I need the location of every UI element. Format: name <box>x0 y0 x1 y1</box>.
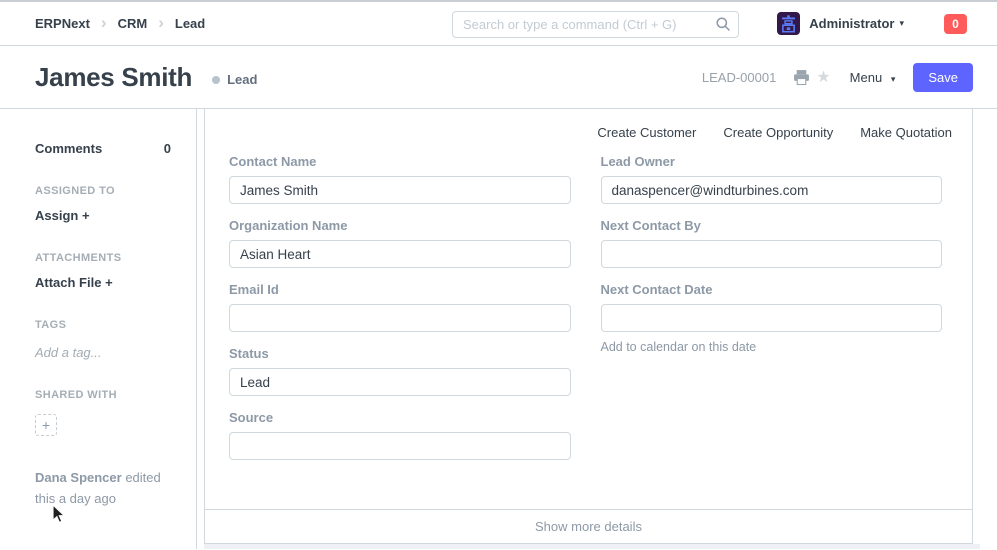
email-id-field: Email Id <box>229 282 571 332</box>
top-navbar: ERPNext › CRM › Lead Administrator ▾ 0 <box>0 0 997 46</box>
source-input[interactable] <box>229 432 571 460</box>
chevron-right-icon: › <box>101 14 107 33</box>
document-id: LEAD-00001 <box>702 70 776 85</box>
status-input[interactable] <box>229 368 571 396</box>
save-button[interactable]: Save <box>913 63 973 92</box>
breadcrumb-erpnext[interactable]: ERPNext <box>35 16 90 31</box>
source-field: Source <box>229 410 571 460</box>
next-contact-date-field: Next Contact Date Add to calendar on thi… <box>601 282 943 354</box>
last-edited-note: Dana Spencer edited this a day ago <box>35 467 177 510</box>
status-field: Status <box>229 346 571 396</box>
form-actions: Create Customer Create Opportunity Make … <box>205 109 972 140</box>
content-area: Comments 0 ASSIGNED TO Assign + ATTACHME… <box>0 109 997 549</box>
next-contact-by-field: Next Contact By <box>601 218 943 268</box>
tags-heading: TAGS <box>35 319 171 331</box>
menu-button[interactable]: Menu ▾ <box>850 70 896 85</box>
chevron-down-icon: ▾ <box>899 18 904 29</box>
form-footer: Show more details <box>205 509 972 543</box>
organization-name-input[interactable] <box>229 240 571 268</box>
page-title: James Smith <box>35 62 192 93</box>
user-avatar[interactable] <box>777 12 800 35</box>
contact-name-field: Contact Name <box>229 154 571 204</box>
next-contact-date-help: Add to calendar on this date <box>601 340 943 354</box>
left-column: Contact Name Organization Name Email Id … <box>229 154 571 474</box>
sidebar-item-comments[interactable]: Comments 0 <box>35 141 171 156</box>
contact-name-label: Contact Name <box>229 154 571 169</box>
comments-count: 0 <box>164 141 171 156</box>
assign-button[interactable]: Assign + <box>35 208 171 223</box>
user-name[interactable]: Administrator <box>809 16 894 31</box>
right-column: Lead Owner Next Contact By Next Contact … <box>601 154 943 474</box>
organization-name-field: Organization Name <box>229 218 571 268</box>
email-id-input[interactable] <box>229 304 571 332</box>
next-contact-date-input[interactable] <box>601 304 943 332</box>
show-more-details-link[interactable]: Show more details <box>535 519 642 534</box>
attachments-heading: ATTACHMENTS <box>35 252 171 264</box>
share-add-button[interactable]: + <box>35 414 57 436</box>
chevron-down-icon: ▾ <box>891 74 896 84</box>
organization-name-label: Organization Name <box>229 218 571 233</box>
global-search <box>452 11 739 38</box>
lead-owner-input[interactable] <box>601 176 943 204</box>
page-head-actions: LEAD-00001 ★ Menu ▾ Save <box>702 63 973 92</box>
search-input[interactable] <box>452 11 739 38</box>
source-label: Source <box>229 410 571 425</box>
main-column: Create Customer Create Opportunity Make … <box>197 109 997 549</box>
notification-badge[interactable]: 0 <box>944 14 967 34</box>
add-tag-input[interactable]: Add a tag... <box>35 345 171 360</box>
editor-name: Dana Spencer <box>35 470 122 485</box>
breadcrumb: ERPNext › CRM › Lead <box>35 14 205 33</box>
navbar-user-area: Administrator ▾ 0 <box>777 12 967 35</box>
status-dot-icon <box>212 76 220 84</box>
chevron-right-icon: › <box>158 14 164 33</box>
create-opportunity-button[interactable]: Create Opportunity <box>723 125 833 140</box>
attach-file-button[interactable]: Attach File + <box>35 275 171 290</box>
lead-owner-label: Lead Owner <box>601 154 943 169</box>
next-contact-by-label: Next Contact By <box>601 218 943 233</box>
page-head: James Smith Lead LEAD-00001 ★ Menu ▾ Sav… <box>0 46 997 109</box>
make-quotation-button[interactable]: Make Quotation <box>860 125 952 140</box>
print-icon[interactable] <box>793 69 810 86</box>
contact-name-input[interactable] <box>229 176 571 204</box>
search-icon <box>715 16 731 37</box>
status-label: Status <box>229 346 571 361</box>
email-id-label: Email Id <box>229 282 571 297</box>
breadcrumb-crm[interactable]: CRM <box>118 16 148 31</box>
comments-label: Comments <box>35 141 102 156</box>
next-contact-date-label: Next Contact Date <box>601 282 943 297</box>
robot-avatar-icon <box>779 14 798 33</box>
form-fields: Contact Name Organization Name Email Id … <box>205 140 972 474</box>
star-icon[interactable]: ★ <box>816 67 830 87</box>
shared-with-heading: SHARED WITH <box>35 389 171 401</box>
create-customer-button[interactable]: Create Customer <box>597 125 696 140</box>
page-background-strip <box>204 544 980 549</box>
lead-owner-field: Lead Owner <box>601 154 943 204</box>
next-contact-by-input[interactable] <box>601 240 943 268</box>
assigned-to-heading: ASSIGNED TO <box>35 185 171 197</box>
lead-form-panel: Create Customer Create Opportunity Make … <box>204 109 973 544</box>
breadcrumb-lead[interactable]: Lead <box>175 16 205 31</box>
form-sidebar: Comments 0 ASSIGNED TO Assign + ATTACHME… <box>0 109 197 549</box>
status-indicator: Lead <box>212 72 257 87</box>
status-label: Lead <box>227 72 257 87</box>
